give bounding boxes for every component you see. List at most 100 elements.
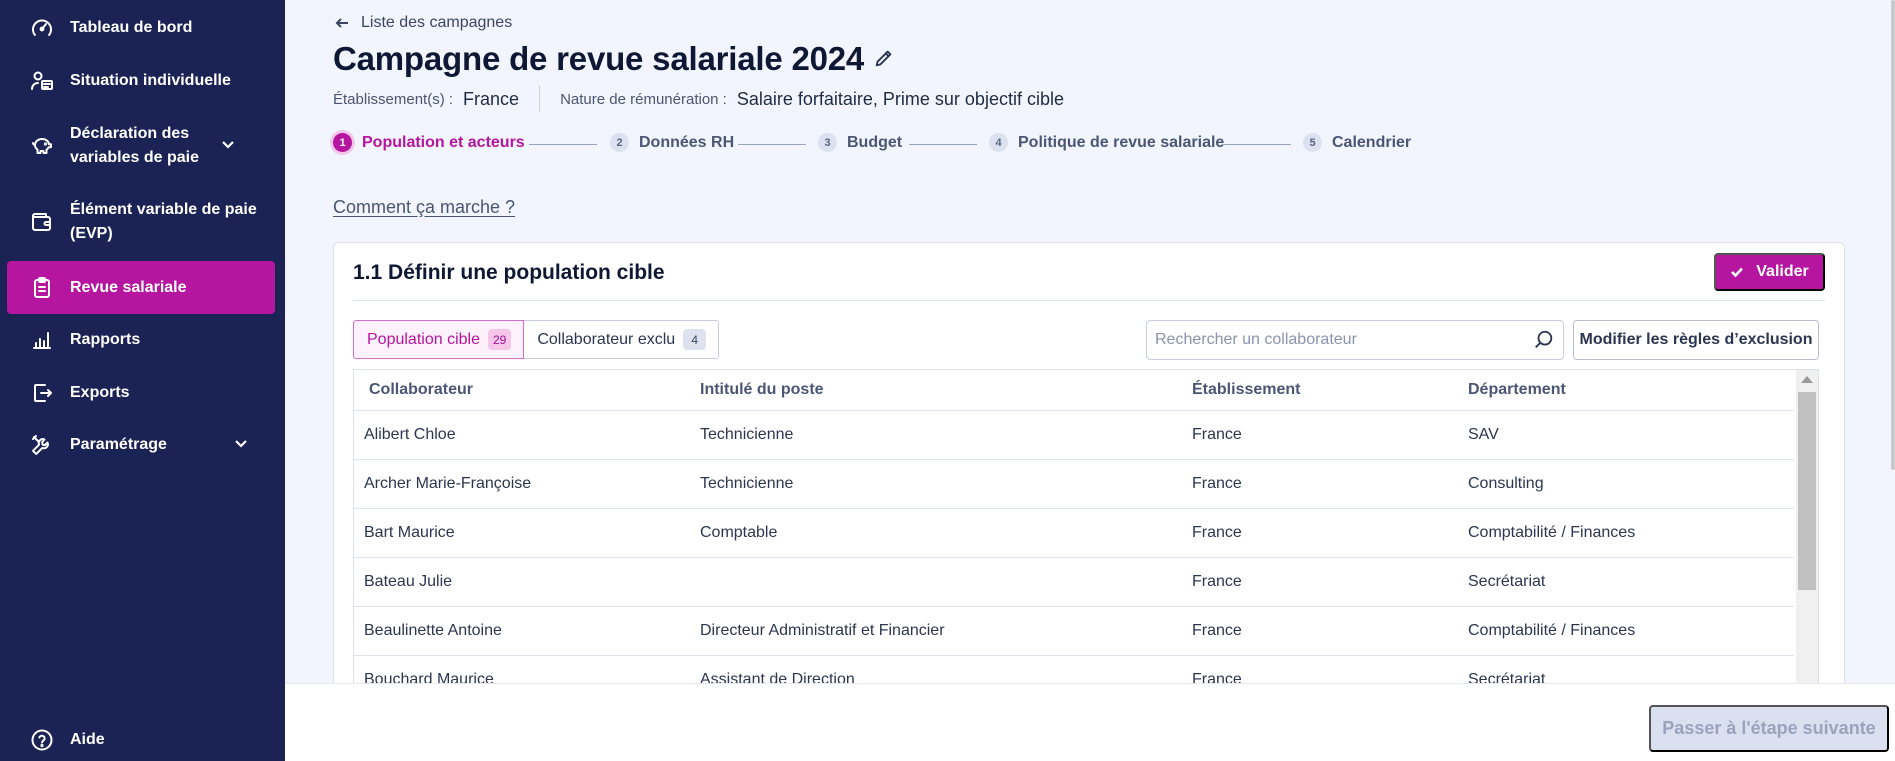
cell-collaborateur: Archer Marie-Françoise (364, 475, 532, 492)
cell-departement: SAV (1468, 426, 1499, 443)
cell-collaborateur: Alibert Chloe (364, 426, 456, 443)
nature-key: Nature de rémunération : (560, 90, 727, 108)
scrollbar-thumb[interactable] (1798, 392, 1816, 590)
column-header-etablissement[interactable]: Établissement (1192, 381, 1300, 399)
cell-collaborateur: Bart Maurice (364, 524, 455, 541)
tab-label: Population cible (367, 330, 480, 348)
sidebar-item-label: Aide (70, 731, 105, 748)
chevron-down-icon[interactable] (220, 136, 240, 156)
step-connector (1223, 144, 1291, 145)
cell-etablissement: France (1192, 524, 1242, 541)
arrow-left-icon (335, 18, 348, 28)
sidebar-item-tableau-de-bord[interactable]: Tableau de bord (7, 6, 275, 50)
tab-label: Collaborateur exclu (537, 330, 676, 348)
sidebar-item-label: Tableau de bord (70, 19, 193, 36)
person-card-icon (29, 68, 55, 94)
tab-population-cible[interactable]: Population cible 29 (353, 320, 525, 359)
step-connector (738, 144, 806, 145)
table-header: Collaborateur Intitulé du poste Établiss… (354, 370, 1794, 411)
cell-etablissement: France (1192, 622, 1242, 639)
chevron-down-icon[interactable] (233, 435, 253, 455)
tools-icon (29, 432, 55, 458)
step-number: 4 (989, 133, 1008, 152)
cell-departement: Comptabilité / Finances (1468, 622, 1636, 639)
validate-button[interactable]: Valider (1714, 253, 1825, 291)
table-row[interactable]: Bart Maurice Comptable France Comptabili… (354, 509, 1794, 558)
cell-collaborateur: Beaulinette Antoine (364, 622, 502, 639)
etablissement-key: Établissement(s) : (333, 90, 454, 108)
search-box (1146, 320, 1564, 360)
sidebar-item-aide[interactable]: Aide (7, 718, 275, 761)
campaign-meta: Établissement(s) : France Nature de rému… (333, 86, 1064, 112)
step-population-acteurs[interactable]: 1 Population et acteurs (333, 133, 525, 152)
dashboard-gauge-icon (29, 15, 55, 41)
sidebar-item-parametrage[interactable]: Paramétrage (7, 423, 275, 467)
cell-departement: Consulting (1468, 475, 1544, 492)
step-budget[interactable]: 3 Budget (818, 133, 902, 152)
column-header-departement[interactable]: Département (1468, 381, 1566, 399)
validate-label: Valider (1756, 263, 1809, 280)
cell-departement: Secrétariat (1468, 573, 1546, 590)
page-scrollbar[interactable] (1891, 0, 1895, 470)
check-icon (1731, 267, 1744, 278)
step-calendrier[interactable]: 5 Calendrier (1303, 133, 1411, 152)
cell-intitule: Directeur Administratif et Financier (700, 622, 945, 639)
sidebar-item-evp[interactable]: Élément variable de paie (EVP) (7, 197, 275, 247)
step-number: 5 (1303, 133, 1322, 152)
pencil-icon[interactable] (873, 47, 897, 71)
step-label: Politique de revue salariale (1018, 133, 1225, 151)
step-politique-revue[interactable]: 4 Politique de revue salariale (989, 133, 1224, 152)
meta-divider (539, 86, 541, 112)
table-row[interactable]: Archer Marie-Françoise Technicienne Fran… (354, 460, 1794, 509)
sidebar-item-label: Élément variable de paie (EVP) (70, 201, 257, 242)
modify-exclusion-rules-button[interactable]: Modifier les règles d’exclusion (1573, 320, 1819, 360)
step-label: Budget (847, 133, 903, 151)
cell-collaborateur: Bateau Julie (364, 573, 453, 590)
sidebar-item-exports[interactable]: Exports (7, 371, 275, 415)
back-link-label: Liste des campagnes (361, 14, 513, 31)
count-badge: 29 (487, 329, 512, 350)
sidebar: Tableau de bord Situation individuelle D… (0, 0, 285, 761)
main-content: Liste des campagnes Campagne de revue sa… (285, 0, 1895, 761)
cell-etablissement: France (1192, 426, 1242, 443)
table-row[interactable]: Alibert Chloe Technicienne France SAV (354, 411, 1794, 460)
cell-intitule: Technicienne (700, 426, 794, 443)
wallet-icon (29, 209, 55, 235)
sidebar-item-label: Situation individuelle (70, 72, 231, 89)
sidebar-item-label: Paramétrage (70, 436, 167, 453)
scroll-up-arrow-icon[interactable] (1801, 376, 1813, 383)
bar-chart-icon (29, 327, 55, 353)
how-it-works-link[interactable]: Comment ça marche ? (333, 197, 515, 218)
column-header-intitule[interactable]: Intitulé du poste (700, 381, 824, 399)
help-circle-icon (29, 727, 55, 753)
sidebar-item-revue-salariale[interactable]: Revue salariale (7, 261, 275, 314)
step-donnees-rh[interactable]: 2 Données RH (610, 133, 734, 152)
cell-etablissement: France (1192, 475, 1242, 492)
step-connector (909, 144, 977, 145)
sidebar-item-rapports[interactable]: Rapports (7, 318, 275, 362)
cell-etablissement: France (1192, 573, 1242, 590)
step-label: Données RH (639, 133, 735, 151)
back-link[interactable]: Liste des campagnes (335, 14, 512, 32)
clipboard-icon (29, 275, 55, 301)
page-title: Campagne de revue salariale 2024 (333, 40, 865, 77)
next-step-button[interactable]: Passer à l'étape suivante (1649, 705, 1889, 752)
step-number: 3 (818, 133, 837, 152)
cell-departement: Comptabilité / Finances (1468, 524, 1636, 541)
cell-intitule: Technicienne (700, 475, 794, 492)
piggy-bank-icon (29, 133, 55, 159)
search-icon[interactable] (1533, 329, 1555, 351)
sidebar-item-situation-individuelle[interactable]: Situation individuelle (7, 59, 275, 103)
sidebar-item-declaration-variables[interactable]: Déclaration des variables de paie (7, 121, 275, 171)
tab-collaborateur-exclu[interactable]: Collaborateur exclu 4 (524, 320, 720, 359)
sidebar-item-label: Rapports (70, 331, 141, 348)
table-row[interactable]: Beaulinette Antoine Directeur Administra… (354, 607, 1794, 656)
step-number: 2 (610, 133, 629, 152)
table-row[interactable]: Bateau Julie France Secrétariat (354, 558, 1794, 607)
cell-intitule: Comptable (700, 524, 778, 541)
export-icon (29, 380, 55, 406)
column-header-collaborateur[interactable]: Collaborateur (369, 381, 473, 399)
step-label: Calendrier (1332, 133, 1412, 151)
search-input[interactable] (1155, 331, 1533, 349)
population-tabs: Population cible 29 Collaborateur exclu … (353, 320, 720, 359)
